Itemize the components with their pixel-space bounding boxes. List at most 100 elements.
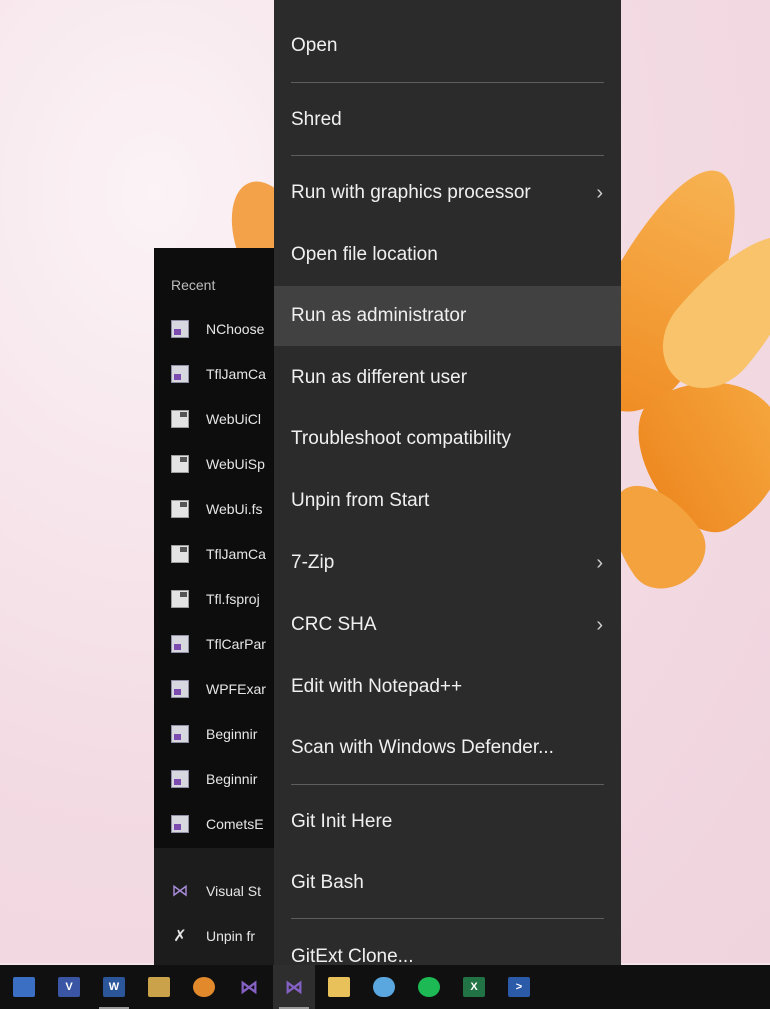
jump-list-panel: Recent NChoose TflJamCa WebUiCl WebUiSp … bbox=[154, 248, 284, 965]
menu-item-run-as-administrator[interactable]: Run as administrator bbox=[274, 286, 621, 346]
chevron-right-icon: › bbox=[596, 613, 603, 636]
menu-item-shred[interactable]: Shred bbox=[274, 90, 621, 150]
menu-item-label: Edit with Notepad++ bbox=[291, 676, 463, 697]
jump-list-item-label: Beginnir bbox=[206, 726, 258, 742]
jump-list-item[interactable]: Beginnir bbox=[154, 716, 284, 752]
jump-list-unpin-label: Unpin fr bbox=[206, 928, 256, 944]
visual-studio-project-icon bbox=[171, 680, 189, 698]
menu-separator bbox=[291, 82, 604, 83]
powershell-icon: > bbox=[508, 977, 530, 997]
jump-list-item[interactable]: NChoose bbox=[154, 311, 284, 347]
jump-list-header: Recent bbox=[171, 277, 216, 293]
jump-list-open-app[interactable]: ⋈ Visual St bbox=[154, 873, 284, 909]
jump-list-item-label: NChoose bbox=[206, 321, 265, 337]
jump-list-item[interactable]: WebUi.fs bbox=[154, 491, 284, 527]
menu-item-edit-with-notepad[interactable]: Edit with Notepad++ bbox=[274, 657, 621, 717]
taskbar-paint-button[interactable] bbox=[183, 965, 225, 1009]
jump-list-item[interactable]: Tfl.fsproj bbox=[154, 581, 284, 617]
tools-icon bbox=[148, 977, 170, 997]
menu-item-label: Open bbox=[291, 35, 338, 56]
menu-item-label: Shred bbox=[291, 109, 342, 130]
visual-studio-project-icon bbox=[171, 635, 189, 653]
jump-list-item-label: WebUi.fs bbox=[206, 501, 263, 517]
cloud-icon bbox=[373, 977, 395, 997]
unpin-icon: ✗ bbox=[173, 928, 187, 945]
taskbar-folder-button[interactable] bbox=[318, 965, 360, 1009]
menu-item-label: Troubleshoot compatibility bbox=[291, 428, 512, 449]
menu-item-run-as-different-user[interactable]: Run as different user bbox=[274, 348, 621, 408]
jump-list-item[interactable]: CometsE bbox=[154, 806, 284, 842]
taskbar-visio-button[interactable]: V bbox=[48, 965, 90, 1009]
taskbar-word-button[interactable]: W bbox=[93, 965, 135, 1009]
jump-list-item[interactable]: TflJamCa bbox=[154, 356, 284, 392]
menu-item-git-bash[interactable]: Git Bash bbox=[274, 853, 621, 913]
menu-item-7zip[interactable]: 7-Zip › bbox=[274, 533, 621, 593]
jump-list-app-label: Visual St bbox=[206, 883, 261, 899]
menu-separator bbox=[291, 155, 604, 156]
jump-list-item-label: TflJamCa bbox=[206, 546, 266, 562]
jump-list-item-label: WebUiSp bbox=[206, 456, 265, 472]
visual-studio-project-icon bbox=[171, 365, 189, 383]
fsharp-file-icon bbox=[171, 410, 189, 428]
menu-item-open-file-location[interactable]: Open file location bbox=[274, 225, 621, 285]
jump-list-item-label: TflJamCa bbox=[206, 366, 266, 382]
menu-item-unpin-from-start[interactable]: Unpin from Start bbox=[274, 471, 621, 531]
taskbar-visual-studio-active-button[interactable]: ⋈ bbox=[273, 965, 315, 1009]
menu-item-gitext-clone[interactable]: GitExt Clone... bbox=[274, 927, 621, 965]
word-icon: W bbox=[103, 977, 125, 997]
excel-icon: X bbox=[463, 977, 485, 997]
taskbar-excel-button[interactable]: X bbox=[453, 965, 495, 1009]
taskbar-spotify-button[interactable] bbox=[408, 965, 450, 1009]
menu-item-label: Git Init Here bbox=[291, 811, 393, 832]
visual-studio-icon: ⋈ bbox=[240, 976, 258, 997]
jump-list-item[interactable]: TflCarPar bbox=[154, 626, 284, 662]
menu-item-label: Unpin from Start bbox=[291, 490, 430, 511]
menu-item-label: Run as different user bbox=[291, 367, 468, 388]
jump-list-item[interactable]: TflJamCa bbox=[154, 536, 284, 572]
taskbar-app-1-button[interactable] bbox=[3, 965, 45, 1009]
taskbar-cloud-button[interactable] bbox=[363, 965, 405, 1009]
fsharp-file-icon bbox=[171, 500, 189, 518]
jump-list-unpin[interactable]: ✗ Unpin fr bbox=[154, 918, 284, 954]
app-icon-1 bbox=[13, 977, 35, 997]
folder-icon bbox=[328, 977, 350, 997]
menu-separator bbox=[291, 918, 604, 919]
menu-item-crc-sha[interactable]: CRC SHA › bbox=[274, 595, 621, 655]
jump-list-item-label: WebUiCl bbox=[206, 411, 261, 427]
context-menu: Open Shred Run with graphics processor › … bbox=[274, 0, 621, 965]
menu-item-troubleshoot-compatibility[interactable]: Troubleshoot compatibility bbox=[274, 409, 621, 469]
jump-list-item-label: Tfl.fsproj bbox=[206, 591, 260, 607]
spotify-icon bbox=[418, 977, 440, 997]
menu-item-label: Run with graphics processor bbox=[291, 182, 531, 203]
jump-list-item[interactable]: WebUiSp bbox=[154, 446, 284, 482]
menu-item-run-with-graphics-processor[interactable]: Run with graphics processor › bbox=[274, 163, 621, 223]
menu-item-git-init-here[interactable]: Git Init Here bbox=[274, 792, 621, 852]
fsharp-file-icon bbox=[171, 545, 189, 563]
menu-item-label: Run as administrator bbox=[291, 305, 467, 326]
jump-list-item[interactable]: WPFExar bbox=[154, 671, 284, 707]
jump-list-item-label: TflCarPar bbox=[206, 636, 266, 652]
taskbar: V W ⋈ ⋈ X > bbox=[0, 965, 770, 1009]
menu-item-label: GitExt Clone... bbox=[291, 946, 414, 965]
menu-item-scan-with-windows-defender[interactable]: Scan with Windows Defender... bbox=[274, 718, 621, 778]
taskbar-visual-studio-button[interactable]: ⋈ bbox=[228, 965, 270, 1009]
taskbar-powershell-button[interactable]: > bbox=[498, 965, 540, 1009]
visio-icon: V bbox=[58, 977, 80, 997]
menu-item-label: 7-Zip bbox=[291, 552, 335, 573]
chevron-right-icon: › bbox=[596, 551, 603, 574]
menu-item-open[interactable]: Open bbox=[274, 16, 621, 76]
fsharp-file-icon bbox=[171, 590, 189, 608]
menu-item-label: Git Bash bbox=[291, 872, 364, 893]
menu-item-label: Open file location bbox=[291, 244, 438, 265]
visual-studio-project-icon bbox=[171, 815, 189, 833]
menu-item-label: Scan with Windows Defender... bbox=[291, 737, 554, 758]
jump-list-item[interactable]: WebUiCl bbox=[154, 401, 284, 437]
visual-studio-icon: ⋈ bbox=[171, 881, 189, 900]
chevron-right-icon: › bbox=[596, 181, 603, 204]
menu-item-label: CRC SHA bbox=[291, 614, 377, 635]
visual-studio-project-icon bbox=[171, 770, 189, 788]
jump-list-item[interactable]: Beginnir bbox=[154, 761, 284, 797]
taskbar-tools-button[interactable] bbox=[138, 965, 180, 1009]
menu-separator bbox=[291, 784, 604, 785]
visual-studio-project-icon bbox=[171, 725, 189, 743]
